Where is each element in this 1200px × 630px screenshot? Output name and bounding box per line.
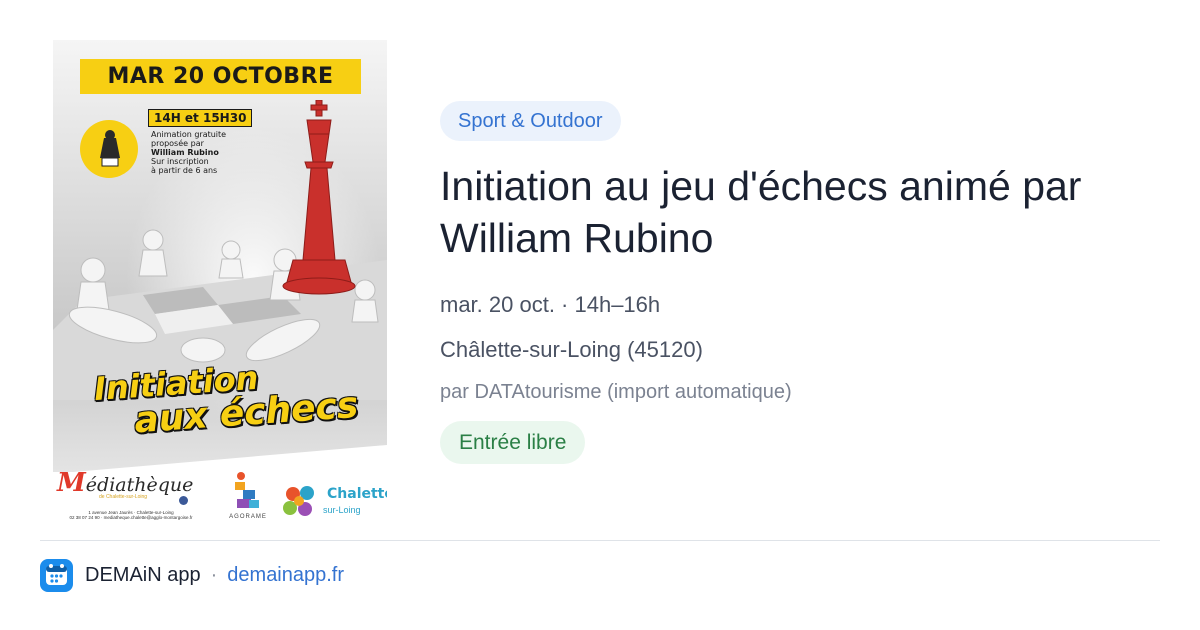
poster-blurb: Animation gratuite proposée par William … bbox=[151, 130, 271, 175]
event-title[interactable]: Initiation au jeu d'échecs animé par Wil… bbox=[440, 160, 1180, 264]
poster-blurb-presenter: William Rubino bbox=[151, 148, 219, 157]
chalette-logo: Chalette sur-Loing bbox=[281, 484, 387, 524]
facebook-icon bbox=[179, 496, 188, 505]
event-location: Châlette-sur-Loing (45120) bbox=[440, 337, 703, 362]
app-website-link[interactable]: demainapp.fr bbox=[227, 564, 344, 587]
event-datetime: mar. 20 oct. · 14h–16h bbox=[440, 292, 661, 317]
chalette-icon bbox=[283, 486, 314, 516]
poster-blurb-line: Animation gratuite bbox=[151, 130, 227, 139]
mediatheque-logo: Médiathèque de Chalette-sur-Loing 1 aven… bbox=[57, 468, 194, 520]
category-badge[interactable]: Sport & Outdoor bbox=[440, 101, 621, 141]
poster-date-band: MAR 20 OCTOBRE bbox=[80, 59, 361, 94]
agorame-icon bbox=[235, 472, 259, 508]
poster-time-band: 14H et 15H30 bbox=[148, 109, 253, 127]
chess-piece-icon bbox=[100, 130, 120, 167]
footer: DEMAiN app · demainapp.fr bbox=[40, 558, 344, 592]
event-poster-image: MAR 20 OCTOBRE 14H et 15H30 Animation gr… bbox=[53, 40, 387, 527]
poster-blurb-line: Sur inscription bbox=[151, 157, 209, 166]
poster-chess-badge bbox=[80, 120, 138, 178]
event-source: par DATAtourisme (import automatique) bbox=[440, 381, 792, 403]
footer-separator: · bbox=[210, 563, 218, 586]
agorame-logo: AGORAME bbox=[229, 470, 267, 522]
demain-app-icon[interactable] bbox=[40, 558, 73, 592]
price-badge: Entrée libre bbox=[440, 421, 586, 464]
footer-divider bbox=[40, 540, 1160, 541]
app-name: DEMAiN app bbox=[85, 563, 201, 586]
poster-blurb-line: à partir de 6 ans bbox=[151, 166, 218, 175]
poster-blurb-line: proposée par bbox=[151, 139, 204, 148]
